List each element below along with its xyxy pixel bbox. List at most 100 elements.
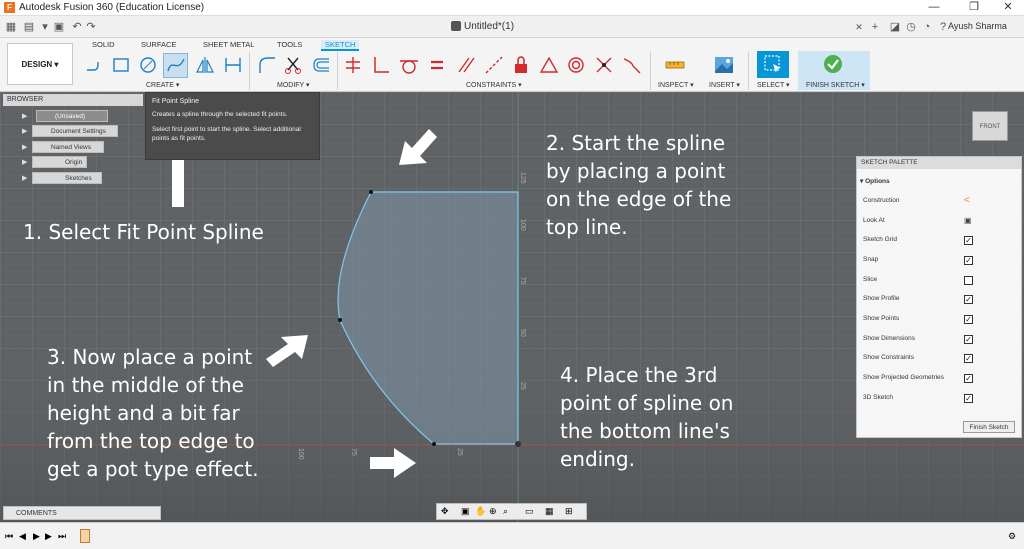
step-forward-icon[interactable]: ▶ [45,531,52,542]
checkbox-checked[interactable]: ✓ [964,394,973,403]
expand-triangle-icon[interactable]: ▶ [22,127,27,135]
circle-tool-icon[interactable] [137,54,159,76]
browser-item-named-views[interactable]: Named Views [32,141,104,153]
palette-row-3d-sketch[interactable]: 3D Sketch ✓ [863,394,1013,406]
palette-row-look-at[interactable]: Look At ▣ [863,216,1013,229]
palette-finish-sketch-button[interactable]: Finish Sketch [963,421,1015,433]
extensions-icon[interactable]: ◪ [888,20,902,34]
timeline-settings-gear-icon[interactable]: ⚙ [1008,531,1016,542]
undo-icon[interactable]: ↶ [70,20,84,34]
palette-row-snap[interactable]: Snap ✓ [863,256,1013,268]
checkbox-checked[interactable]: ✓ [964,256,973,265]
checkbox-checked[interactable]: ✓ [964,236,973,245]
concentric-constraint-icon[interactable] [565,54,587,76]
data-panel-grid-icon[interactable]: ▦ [4,20,18,34]
checkbox-checked[interactable]: ✓ [964,374,973,383]
close-button[interactable]: ✕ [990,0,1024,16]
new-tab-icon[interactable]: + [868,20,882,34]
checkbox-checked[interactable]: ✓ [964,335,973,344]
maximize-button[interactable]: ❐ [956,0,992,16]
document-tab-title[interactable]: Untitled*(1) [464,21,514,32]
redo-icon[interactable]: ↷ [84,20,98,34]
checkbox-unchecked[interactable] [964,276,973,285]
tab-sketch[interactable]: SKETCH [321,40,360,51]
constraints-group-label[interactable]: CONSTRAINTS ▾ [466,81,522,89]
create-group-label[interactable]: CREATE ▾ [146,81,179,89]
viewports-icon[interactable]: ⊞ [565,506,573,517]
grid-settings-icon[interactable]: ▦ [545,506,554,517]
perpendicular-constraint-icon[interactable] [370,54,392,76]
tab-tools[interactable]: TOOLS [277,40,302,49]
line-tool-icon[interactable] [84,54,106,76]
fit-zoom-icon[interactable]: ⌕ [503,506,508,517]
checkbox-checked[interactable]: ✓ [964,354,973,363]
step-back-icon[interactable]: ◀ [19,531,26,542]
viewcube[interactable]: FRONT [972,111,1008,141]
finish-sketch-label[interactable]: FINISH SKETCH ▾ [806,81,865,89]
job-status-icon[interactable]: ◷ [904,20,918,34]
finish-check-icon[interactable] [823,54,843,74]
modify-group-label[interactable]: MODIFY ▾ [277,81,310,89]
construction-icon[interactable]: < [964,195,970,206]
play-icon[interactable]: ▶ [33,531,40,542]
close-tab-icon[interactable]: ✕ [852,20,866,34]
mirror-tool-icon[interactable] [194,54,216,76]
parallel-constraint-icon[interactable] [455,54,477,76]
sketch-palette-header[interactable]: SKETCH PALETTE [857,157,1021,169]
coincident-constraint-icon[interactable] [342,54,364,76]
palette-section-options[interactable]: ▾ Options [860,177,890,185]
inspect-group-label[interactable]: INSPECT ▾ [658,81,694,89]
palette-row-show-profile[interactable]: Show Profile ✓ [863,295,1013,307]
collinear-constraint-icon[interactable] [483,54,505,76]
checkbox-checked[interactable]: ✓ [964,295,973,304]
workspace-switcher-button[interactable]: DESIGN ▾ [7,43,73,85]
checkbox-checked[interactable]: ✓ [964,315,973,324]
palette-row-show-projected-geometries[interactable]: Show Projected Geometries ✓ [863,374,1013,386]
insert-group-label[interactable]: INSERT ▾ [709,81,740,89]
fillet-tool-icon[interactable] [256,54,278,76]
browser-panel-header[interactable]: BROWSER [3,94,143,106]
save-icon[interactable]: ▣ [52,20,66,34]
expand-triangle-icon[interactable]: ▶ [22,158,27,166]
select-group-label[interactable]: SELECT ▾ [757,81,790,89]
browser-item-origin[interactable]: Origin [32,156,87,168]
minimize-button[interactable]: — [916,0,952,16]
palette-row-show-dimensions[interactable]: Show Dimensions ✓ [863,335,1013,347]
file-menu-icon[interactable]: ▤ [22,20,36,34]
tab-sheet-metal[interactable]: SHEET METAL [203,40,254,49]
equal-constraint-icon[interactable] [426,54,448,76]
dimension-tool-icon[interactable] [222,54,244,76]
tangent-constraint-icon[interactable] [398,54,420,76]
dropdown-chevron-icon[interactable]: ▾ [38,20,52,34]
expand-triangle-icon[interactable]: ▶ [22,143,27,151]
zoom-icon[interactable]: ⊕ [489,506,497,517]
palette-row-show-constraints[interactable]: Show Constraints ✓ [863,354,1013,366]
palette-row-show-points[interactable]: Show Points ✓ [863,315,1013,327]
pan-hand-icon[interactable]: ✋ [475,506,486,517]
palette-row-slice[interactable]: Slice [863,276,1013,288]
rectangle-tool-icon[interactable] [110,54,132,76]
browser-item-sketches[interactable]: Sketches [32,172,102,184]
measure-ruler-icon[interactable] [664,54,686,76]
expand-triangle-icon[interactable]: ▶ [22,174,27,182]
curvature-constraint-icon[interactable] [621,54,643,76]
go-to-start-icon[interactable]: ⏮ [5,531,13,542]
orbit-icon[interactable]: ✥ [441,506,449,517]
notifications-icon[interactable]: ◔ [920,20,934,34]
expand-triangle-icon[interactable]: ▶ [22,112,27,120]
user-name[interactable]: Ayush Sharma [948,21,1007,31]
select-cursor-icon[interactable] [762,53,784,75]
tab-solid[interactable]: SOLID [92,40,115,49]
spline-tool-icon[interactable] [165,54,187,76]
tab-surface[interactable]: SURFACE [141,40,176,49]
browser-item-document-settings[interactable]: Document Settings [32,125,118,137]
insert-image-icon[interactable] [713,54,735,76]
look-at-icon[interactable]: ▣ [964,216,972,225]
symmetry-constraint-icon[interactable] [593,54,615,76]
look-at-icon[interactable]: ▣ [461,506,470,517]
midpoint-constraint-icon[interactable] [538,54,560,76]
palette-row-sketch-grid[interactable]: Sketch Grid ✓ [863,236,1013,248]
fix-lock-icon[interactable] [510,54,532,76]
palette-row-construction[interactable]: Construction < [863,195,1013,209]
go-to-end-icon[interactable]: ⏭ [58,531,66,542]
